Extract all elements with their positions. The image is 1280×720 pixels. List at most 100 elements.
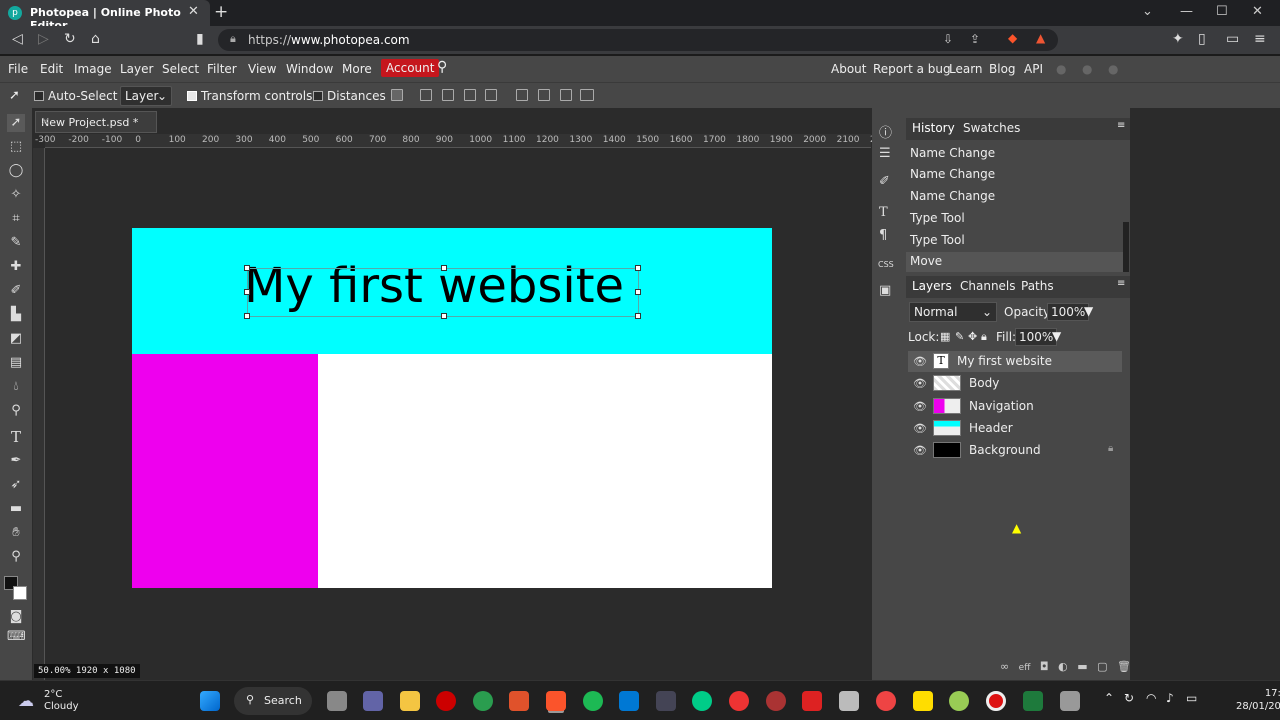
- opacity-dropdown-icon[interactable]: ▼: [1084, 304, 1093, 318]
- system-clock[interactable]: 17:12 28/01/2023: [1236, 687, 1280, 713]
- adjustment-layer-icon[interactable]: ◐: [1058, 660, 1068, 673]
- tab-history[interactable]: History: [912, 121, 955, 135]
- transform-handle[interactable]: [244, 265, 250, 271]
- marquee-tool-icon[interactable]: ⬚: [7, 138, 25, 156]
- opera-icon[interactable]: [436, 691, 456, 711]
- layer-row[interactable]: 👁︎ Header: [908, 418, 1122, 439]
- menu-select[interactable]: Select: [162, 62, 199, 76]
- link-about[interactable]: About: [831, 62, 866, 76]
- dodge-tool-icon[interactable]: ⚲: [7, 402, 25, 420]
- visibility-eye-icon[interactable]: 👁︎: [913, 400, 927, 413]
- quick-mask-icon[interactable]: ◙: [7, 608, 25, 626]
- menu-edit[interactable]: Edit: [40, 62, 63, 76]
- align-bottom-icon[interactable]: [560, 89, 572, 101]
- zoom-tool-icon[interactable]: ⚲: [7, 548, 25, 566]
- blur-tool-icon[interactable]: 💧︎: [7, 378, 25, 396]
- history-item[interactable]: Name Change: [910, 189, 995, 203]
- obs-icon[interactable]: [986, 691, 1006, 711]
- eyedropper-tool-icon[interactable]: ✎: [7, 234, 25, 252]
- type-tool-icon[interactable]: T: [7, 428, 25, 446]
- history-item[interactable]: Type Tool: [910, 233, 965, 247]
- layer-name[interactable]: Navigation: [969, 399, 1034, 413]
- magic-wand-tool-icon[interactable]: ✧: [7, 186, 25, 204]
- hand-tool-icon[interactable]: ✋︎: [7, 524, 25, 542]
- maximize-icon[interactable]: ☐: [1216, 4, 1228, 19]
- app-icon[interactable]: [876, 691, 896, 711]
- menu-filter[interactable]: Filter: [207, 62, 237, 76]
- wallet-icon[interactable]: ▭: [1226, 31, 1239, 47]
- tab-channels[interactable]: Channels: [960, 279, 1016, 293]
- menu-image[interactable]: Image: [74, 62, 112, 76]
- layer-row[interactable]: 👁︎ Body: [908, 373, 1122, 394]
- link-report-bug[interactable]: Report a bug: [873, 62, 951, 76]
- path-select-tool-icon[interactable]: ➶: [7, 476, 25, 494]
- distribute-icon[interactable]: [485, 89, 497, 101]
- align-center-icon[interactable]: [442, 89, 454, 101]
- app-icon[interactable]: [802, 691, 822, 711]
- tab-search-icon[interactable]: ⌄: [1142, 4, 1153, 19]
- forward-icon[interactable]: ▷: [38, 31, 49, 47]
- tab-paths[interactable]: Paths: [1021, 279, 1054, 293]
- shape-tool-icon[interactable]: ▬: [7, 500, 25, 518]
- align-right-icon[interactable]: [464, 89, 476, 101]
- new-group-icon[interactable]: ▬: [1077, 660, 1087, 673]
- transform-handle[interactable]: [635, 289, 641, 295]
- fill-dropdown-icon[interactable]: ▼: [1052, 329, 1061, 343]
- align-top-icon[interactable]: [516, 89, 528, 101]
- new-layer-icon[interactable]: ▢: [1097, 660, 1107, 673]
- transform-handle[interactable]: [635, 313, 641, 319]
- sheets-icon[interactable]: [1023, 691, 1043, 711]
- menu-more[interactable]: More: [342, 62, 372, 76]
- align-middle-icon[interactable]: [538, 89, 550, 101]
- home-icon[interactable]: ⌂: [91, 31, 100, 47]
- healing-tool-icon[interactable]: ✚: [7, 258, 25, 276]
- history-item-current[interactable]: Move: [910, 254, 942, 268]
- brave-rewards-icon[interactable]: ▲: [1036, 31, 1045, 45]
- brush-settings-icon[interactable]: ✐: [879, 174, 890, 189]
- visibility-eye-icon[interactable]: 👁︎: [913, 377, 927, 390]
- auto-select-checkbox[interactable]: Auto-Select: [34, 89, 117, 103]
- weather-widget[interactable]: 2°C Cloudy: [44, 689, 78, 713]
- layer-lock-icon[interactable]: 🔒︎: [1108, 443, 1113, 454]
- image-icon[interactable]: ▣: [879, 283, 891, 298]
- transform-handle[interactable]: [244, 289, 250, 295]
- link-layers-icon[interactable]: ∞: [1000, 660, 1009, 673]
- layer-row[interactable]: 👁︎ Background 🔒︎: [908, 440, 1122, 461]
- transform-handle[interactable]: [635, 265, 641, 271]
- search-icon[interactable]: ⚲: [437, 59, 447, 75]
- distances-checkbox[interactable]: Distances: [313, 89, 386, 103]
- paragraph-icon[interactable]: ¶: [879, 228, 887, 243]
- layer-name[interactable]: Body: [969, 376, 999, 390]
- clapperboard-icon[interactable]: [839, 691, 859, 711]
- install-icon[interactable]: ⇩: [943, 32, 953, 46]
- background-color-swatch[interactable]: [13, 586, 27, 600]
- history-item[interactable]: Name Change: [910, 146, 995, 160]
- url-text[interactable]: https://www.photopea.com: [248, 33, 410, 47]
- transform-handle[interactable]: [441, 265, 447, 271]
- menu-file[interactable]: File: [8, 62, 28, 76]
- app-icon[interactable]: [509, 691, 529, 711]
- menu-window[interactable]: Window: [286, 62, 333, 76]
- panel-menu-icon[interactable]: ≡: [1117, 120, 1125, 131]
- layer-name[interactable]: Header: [969, 421, 1013, 435]
- history-item[interactable]: Type Tool: [910, 211, 965, 225]
- wifi-icon[interactable]: ◠: [1146, 691, 1156, 705]
- share-icon[interactable]: ⇪: [970, 32, 980, 46]
- teams-icon[interactable]: [363, 691, 383, 711]
- start-icon[interactable]: [200, 691, 220, 711]
- vscode-icon[interactable]: [619, 691, 639, 711]
- keyboard-icon[interactable]: ⌨: [7, 628, 26, 646]
- app-icon[interactable]: [766, 691, 786, 711]
- lock-transparency-icon[interactable]: ▦: [940, 330, 950, 343]
- panel-menu-icon[interactable]: ≡: [1117, 278, 1125, 289]
- camera-icon[interactable]: [1060, 691, 1080, 711]
- clone-stamp-tool-icon[interactable]: ▙: [7, 306, 25, 324]
- close-window-icon[interactable]: ✕: [1252, 4, 1263, 19]
- layer-name[interactable]: My first website: [957, 354, 1052, 368]
- browser-tab[interactable]: p Photopea | Online Photo Editor ✕: [0, 0, 210, 32]
- transform-handle[interactable]: [244, 313, 250, 319]
- close-tab-icon[interactable]: ✕: [188, 4, 199, 19]
- edge-icon[interactable]: [692, 691, 712, 711]
- eraser-tool-icon[interactable]: ◩: [7, 330, 25, 348]
- volume-icon[interactable]: ♪: [1166, 691, 1174, 705]
